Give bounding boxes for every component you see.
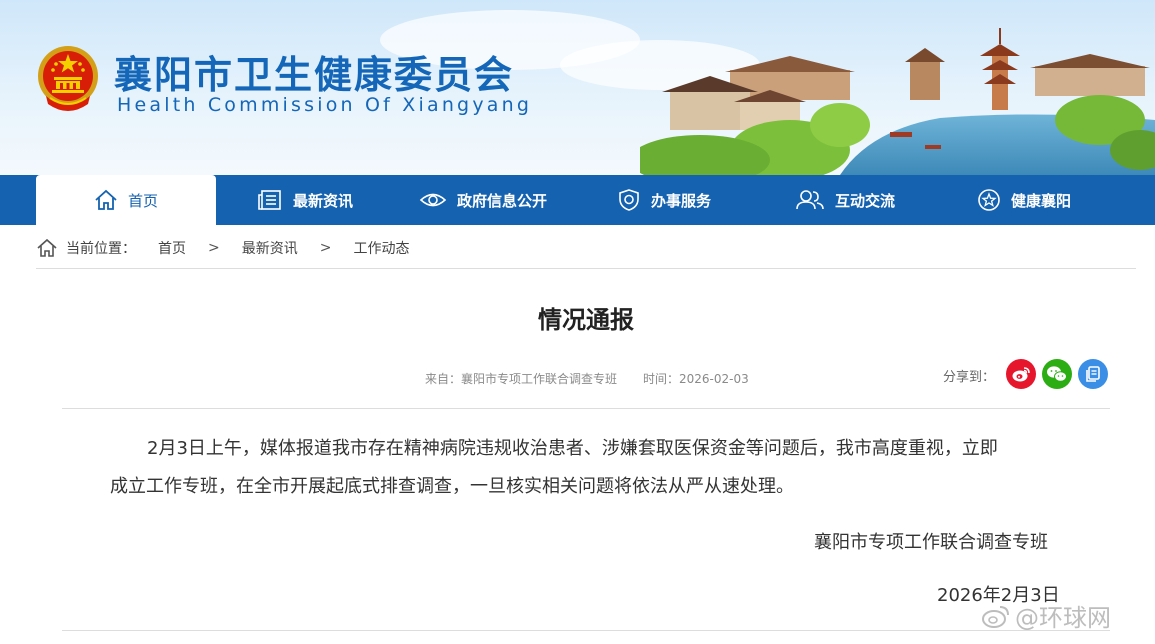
- national-emblem-logo: [38, 46, 98, 111]
- eye-icon: [419, 193, 447, 207]
- main-nav: 首页 最新资讯 政府信息公开 办事服务 互动交流 健康襄阳: [0, 175, 1155, 225]
- nav-item-label: 健康襄阳: [1011, 191, 1072, 210]
- nav-item-home[interactable]: 首页: [36, 175, 216, 225]
- share-wechat-button[interactable]: [1042, 359, 1072, 389]
- breadcrumb-separator: >: [208, 240, 220, 256]
- breadcrumb-divider: [36, 268, 1136, 269]
- article-signature: 襄阳市专项工作联合调查专班: [814, 532, 1048, 553]
- site-subtitle: Health Commission Of Xiangyang: [117, 94, 533, 116]
- header-banner: 襄阳市卫生健康委员会 Health Commission Of Xiangyan…: [0, 0, 1155, 175]
- breadcrumb-label: 当前位置：: [66, 241, 136, 257]
- weibo-icon: [982, 605, 1009, 628]
- breadcrumb-link-news[interactable]: 最新资讯: [242, 238, 298, 258]
- home-icon: [37, 238, 57, 257]
- article-time: 时间：2026-02-03: [643, 372, 749, 386]
- article-title: 情况通报: [538, 306, 634, 334]
- article-source: 来自：襄阳市专项工作联合调查专班: [425, 372, 618, 386]
- breadcrumb: 当前位置： 首页 > 最新资讯 > 工作动态: [36, 237, 409, 259]
- home-icon: [95, 189, 117, 210]
- article-paragraph-line: 2月3日上午，媒体报道我市存在精神病院违规收治患者、涉嫌套取医保资金等问题后，我…: [147, 438, 998, 459]
- nav-item-label: 最新资讯: [293, 191, 354, 210]
- nav-item-services[interactable]: 办事服务: [617, 175, 711, 225]
- nav-item-label: 政府信息公开: [457, 191, 548, 210]
- nav-item-label: 互动交流: [835, 191, 896, 210]
- footer-divider: [62, 630, 1110, 631]
- city-scenery-image: [640, 28, 1155, 175]
- watermark: @环球网: [981, 598, 1111, 633]
- meta-divider: [62, 408, 1110, 409]
- breadcrumb-separator: >: [319, 240, 332, 256]
- site-title: 襄阳市卫生健康委员会: [114, 53, 515, 97]
- nav-item-news[interactable]: 最新资讯: [257, 175, 353, 225]
- shield-icon: [619, 189, 639, 211]
- users-icon: [796, 190, 824, 210]
- nav-item-interaction[interactable]: 互动交流: [795, 175, 895, 225]
- nav-item-gov-info[interactable]: 政府信息公开: [419, 175, 547, 225]
- watermark-text: @环球网: [1015, 604, 1111, 632]
- nav-item-healthy-xiangyang[interactable]: 健康襄阳: [977, 175, 1071, 225]
- share-weibo-button[interactable]: [1006, 359, 1036, 389]
- newspaper-icon: [258, 190, 281, 210]
- share-copy-button[interactable]: [1078, 359, 1108, 389]
- breadcrumb-link-work-updates[interactable]: 工作动态: [353, 238, 409, 258]
- copy-icon: [1086, 366, 1100, 382]
- wechat-icon: [1047, 366, 1067, 382]
- breadcrumb-link-home[interactable]: 首页: [158, 238, 186, 258]
- nav-item-label: 办事服务: [651, 191, 712, 210]
- weibo-icon: [1012, 367, 1030, 382]
- share-label: 分享到：: [943, 370, 996, 385]
- star-icon: [978, 189, 1000, 211]
- nav-item-label: 首页: [127, 191, 158, 210]
- article-paragraph-line: 成立工作专班，在全市开展起底式排查调查，一旦核实相关问题将依法从严从速处理。: [110, 476, 794, 497]
